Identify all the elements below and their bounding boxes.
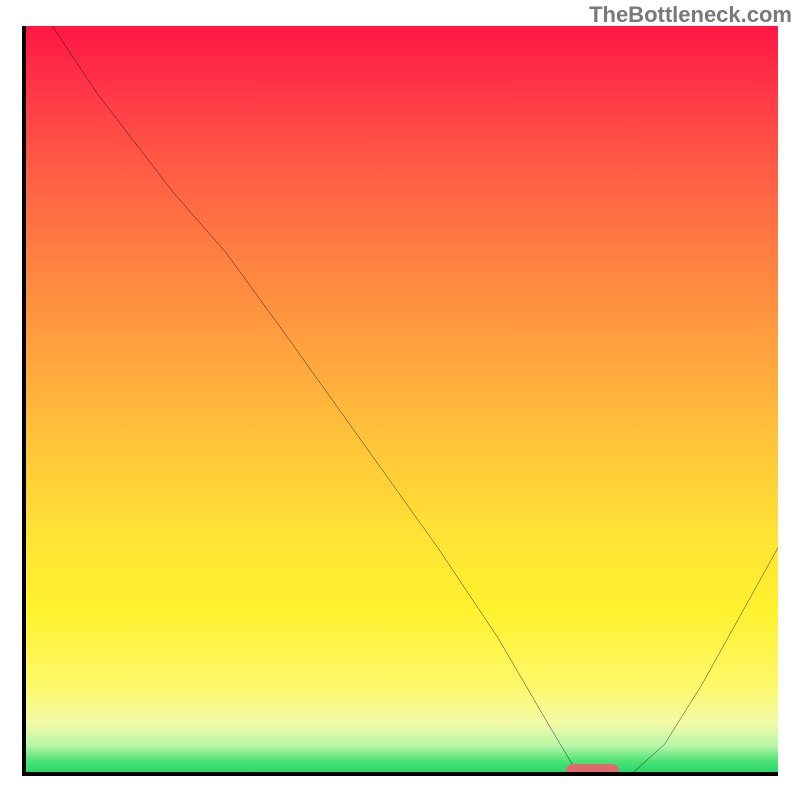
chart-container: TheBottleneck.com <box>0 0 800 800</box>
watermark-text: TheBottleneck.com <box>589 2 792 28</box>
plot-area <box>22 26 778 776</box>
optimal-range-marker <box>566 764 619 776</box>
bottleneck-curve <box>22 26 778 776</box>
